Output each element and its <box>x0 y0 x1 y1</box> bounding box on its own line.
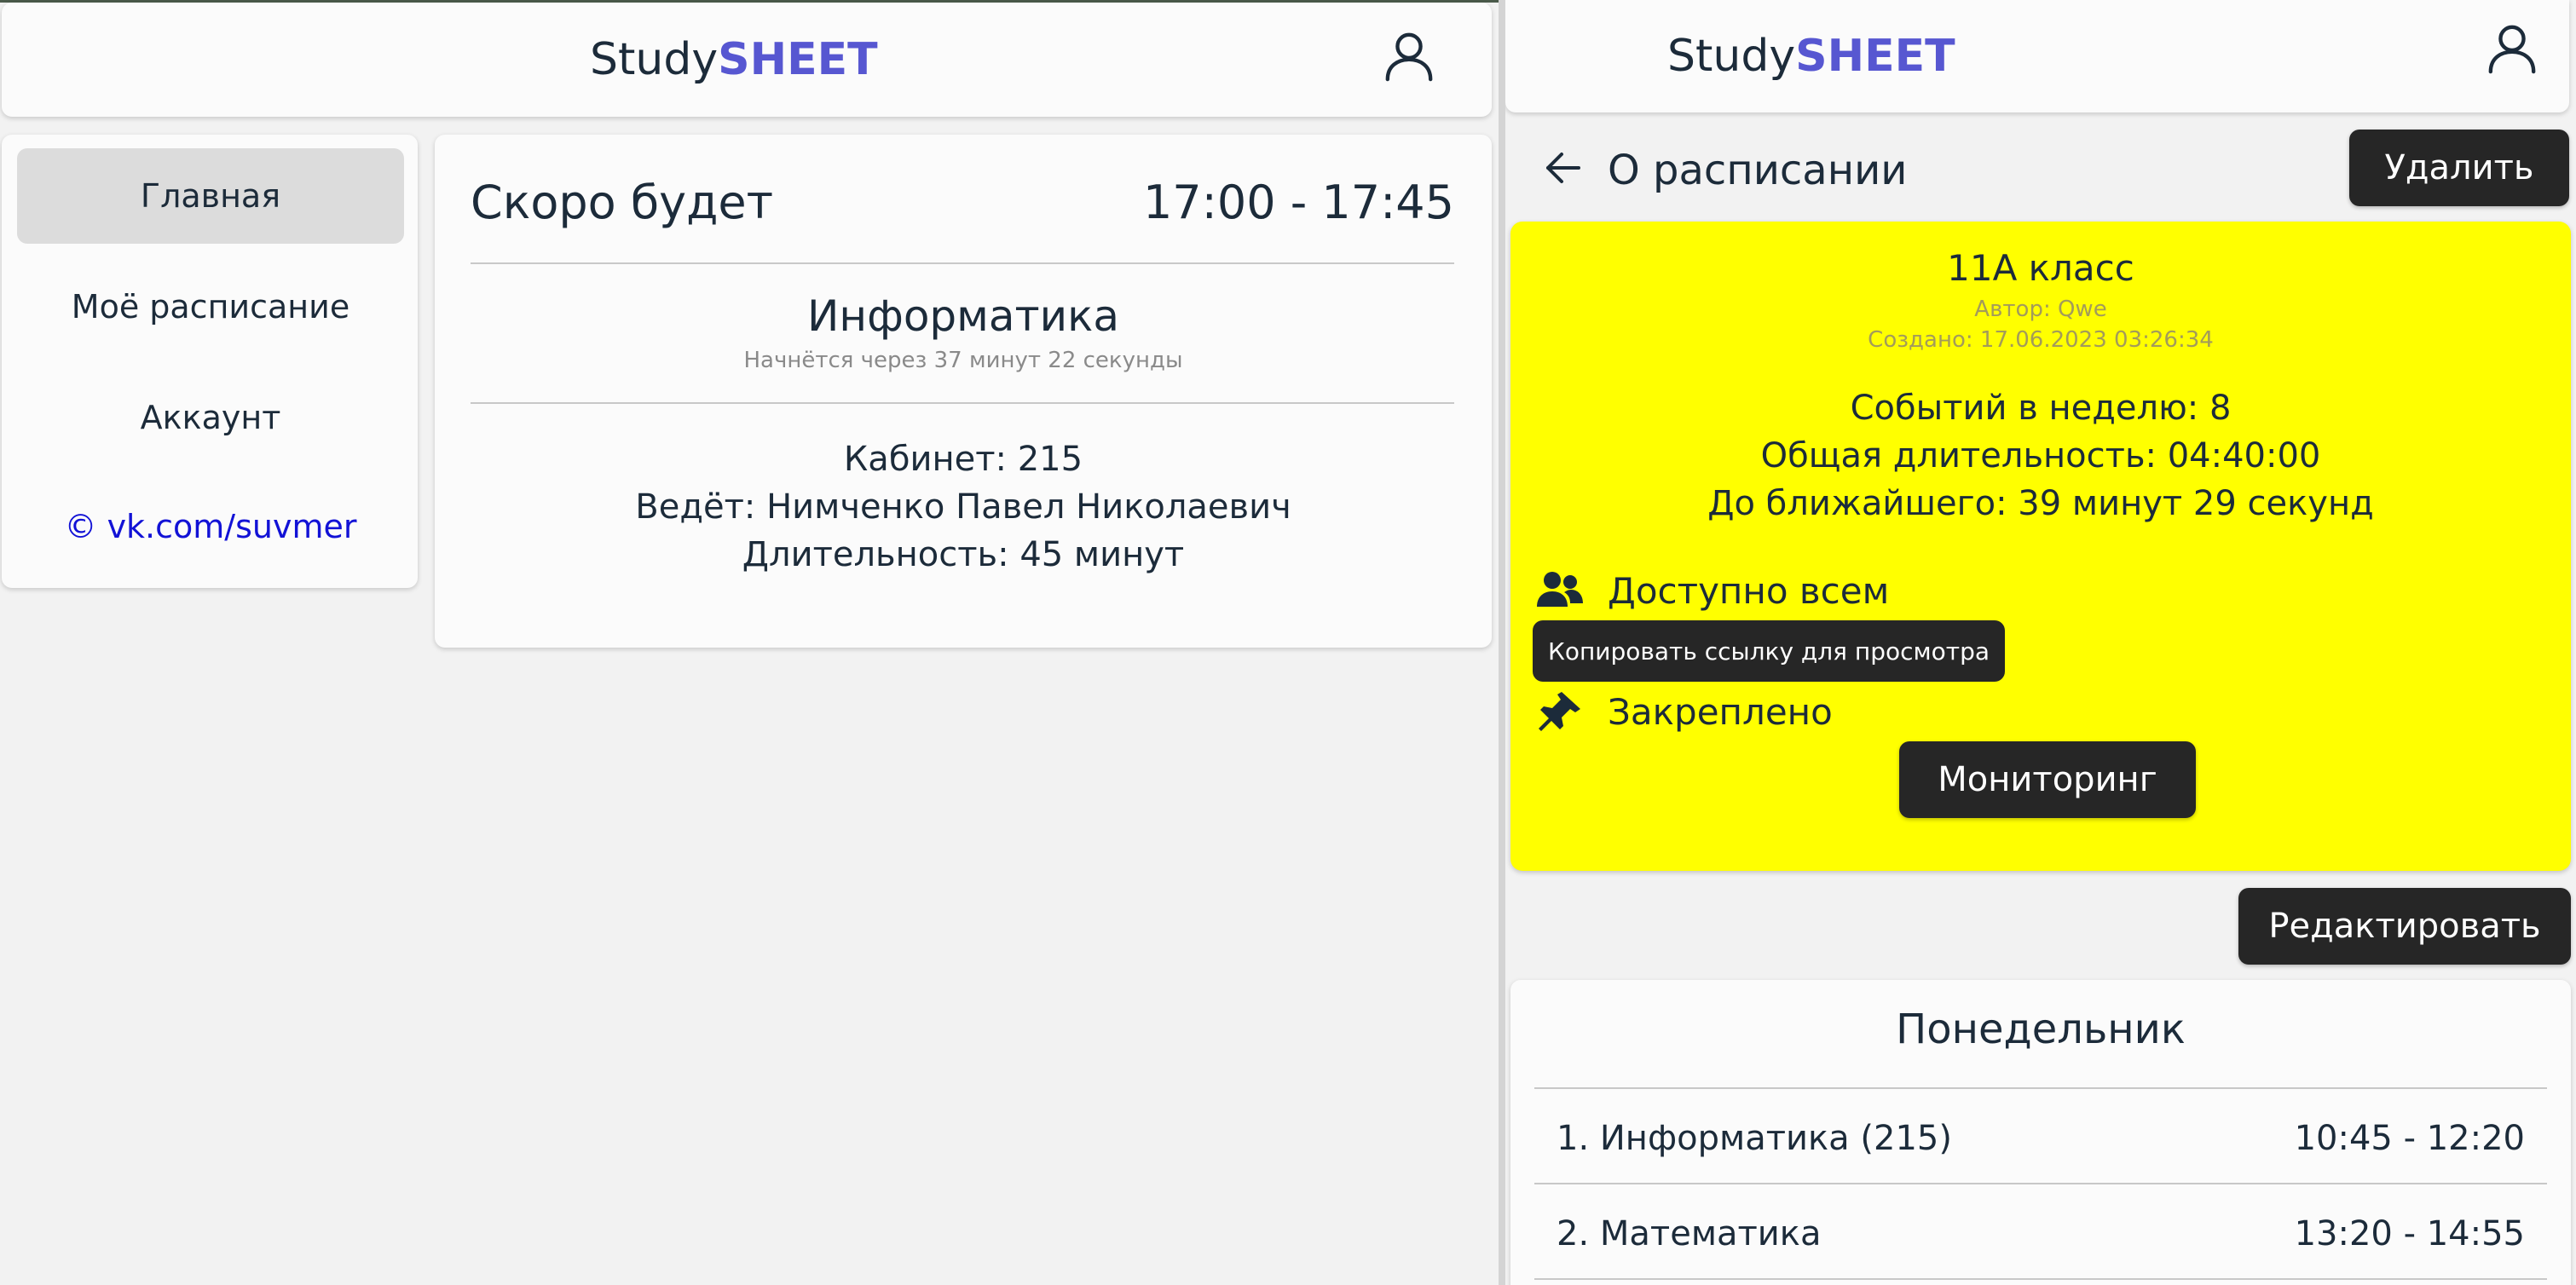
upcoming-teacher: Ведёт: Нимченко Павел Николаевич <box>635 487 1291 527</box>
lesson-name: 1. Информатика (215) <box>1557 1119 1952 1158</box>
nav-item-account[interactable]: Аккаунт <box>17 370 404 465</box>
divider <box>471 402 1454 404</box>
divider <box>1534 1087 2547 1089</box>
left-pane: Study SHEET Главная Моё расписание Аккаун… <box>0 0 1499 1285</box>
user-icon[interactable] <box>1383 30 1435 83</box>
events-per-week: Событий в неделю: 8 <box>1850 389 2232 428</box>
upcoming-subject: Информатика <box>807 291 1119 341</box>
upcoming-duration: Длительность: 45 минут <box>742 535 1185 574</box>
schedule-created: Создано: 17.06.2023 03:26:34 <box>1868 327 2214 353</box>
upcoming-room: Кабинет: 215 <box>843 440 1083 479</box>
upcoming-title: Скоро будет <box>471 176 774 229</box>
schedule-info-card: 11А класс Автор: Qwe Создано: 17.06.2023… <box>1510 222 2571 871</box>
edit-button[interactable]: Редактировать <box>2238 888 2571 965</box>
nav-item-home[interactable]: Главная <box>17 148 404 244</box>
logo-accent: SHEET <box>718 34 878 85</box>
access-label: Доступно всем <box>1608 569 1890 612</box>
divider <box>1534 1183 2547 1184</box>
lesson-time: 10:45 - 12:20 <box>2294 1119 2525 1158</box>
day-card: Понедельник 1. Информатика (215) 10:45 -… <box>1510 980 2571 1285</box>
header: Study SHEET <box>1505 0 2569 112</box>
schedule-title: 11А класс <box>1947 247 2134 289</box>
footer-link[interactable]: © vk.com/suvmer <box>17 479 404 574</box>
access-row[interactable]: Доступно всем <box>1536 569 1889 612</box>
divider <box>1534 1278 2547 1280</box>
back-arrow-icon[interactable] <box>1541 147 1584 189</box>
right-pane: Study SHEET О расписании Удалить 11А клас… <box>1505 0 2576 1285</box>
side-nav: Главная Моё расписание Аккаунт © vk.com/… <box>2 135 418 588</box>
upcoming-countdown: Начнётся через 37 минут 22 секунды <box>743 348 1183 373</box>
page-title: О расписании <box>1608 147 1908 194</box>
app-logo[interactable]: Study SHEET <box>590 3 878 117</box>
divider <box>471 262 1454 264</box>
upcoming-card: Скоро будет 17:00 - 17:45 Информатика На… <box>435 135 1492 648</box>
lesson-name: 2. Математика <box>1557 1214 1822 1253</box>
users-icon <box>1536 569 1584 612</box>
upcoming-time: 17:00 - 17:45 <box>1142 176 1454 229</box>
pane-divider <box>1499 0 1505 1285</box>
delete-button[interactable]: Удалить <box>2349 130 2569 206</box>
total-duration: Общая длительность: 04:40:00 <box>1760 436 2321 475</box>
until-next: До ближайшего: 39 минут 29 секунд <box>1707 484 2374 523</box>
monitoring-button[interactable]: Мониторинг <box>1899 741 2196 818</box>
logo-prefix: Study <box>1667 31 1796 82</box>
day-title: Понедельник <box>1896 1006 2186 1053</box>
schedule-author: Автор: Qwe <box>1974 297 2107 322</box>
list-item[interactable]: 2. Математика 13:20 - 14:55 <box>1534 1186 2547 1282</box>
user-icon[interactable] <box>2486 22 2538 75</box>
copy-link-tooltip: Копировать ссылку для просмотра <box>1533 620 2005 682</box>
logo-accent: SHEET <box>1795 31 1955 82</box>
lesson-time: 13:20 - 14:55 <box>2294 1214 2525 1253</box>
pinned-row[interactable]: Закреплено <box>1536 690 1833 733</box>
nav-item-my-schedule[interactable]: Моё расписание <box>17 259 404 354</box>
logo-prefix: Study <box>590 34 719 85</box>
pin-icon <box>1536 690 1584 733</box>
header: Study SHEET <box>2 3 1492 117</box>
app-logo[interactable]: Study SHEET <box>1667 0 1955 112</box>
list-item[interactable]: 1. Информатика (215) 10:45 - 12:20 <box>1534 1091 2547 1186</box>
pinned-label: Закреплено <box>1608 690 1833 733</box>
